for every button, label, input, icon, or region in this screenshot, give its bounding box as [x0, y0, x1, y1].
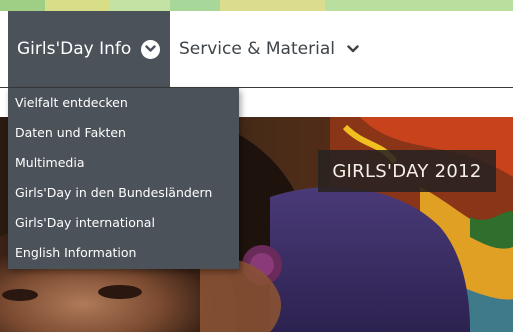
- stripe-segment: [45, 0, 110, 11]
- nav-girlsday-info-label: Girls'Day Info: [17, 39, 132, 59]
- dropdown-item-international[interactable]: Girls'Day international: [8, 208, 239, 238]
- chevron-down-circle-icon: [141, 39, 161, 59]
- dropdown-item-bundeslaender[interactable]: Girls'Day in den Bundesländern: [8, 178, 239, 208]
- hero-badge: GIRLS'DAY 2012: [318, 150, 496, 192]
- chevron-down-icon: [347, 45, 359, 53]
- stripe-segment: [110, 0, 170, 11]
- nav-girlsday-info[interactable]: Girls'Day Info: [8, 11, 170, 87]
- dropdown-item-english[interactable]: English Information: [8, 238, 239, 268]
- stripe-segment: [220, 0, 325, 11]
- nav-dropdown-menu: Vielfalt entdecken Daten und Fakten Mult…: [8, 88, 239, 269]
- top-color-stripe: [0, 0, 513, 11]
- stripe-segment: [0, 0, 45, 11]
- stripe-segment: [170, 0, 220, 11]
- main-navigation: Girls'Day Info Service & Material: [0, 11, 513, 88]
- nav-service-material[interactable]: Service & Material: [170, 11, 370, 87]
- dropdown-item-multimedia[interactable]: Multimedia: [8, 148, 239, 178]
- nav-service-material-label: Service & Material: [179, 39, 335, 59]
- dropdown-item-vielfalt[interactable]: Vielfalt entdecken: [8, 88, 239, 118]
- stripe-segment: [325, 0, 513, 11]
- dropdown-item-daten-fakten[interactable]: Daten und Fakten: [8, 118, 239, 148]
